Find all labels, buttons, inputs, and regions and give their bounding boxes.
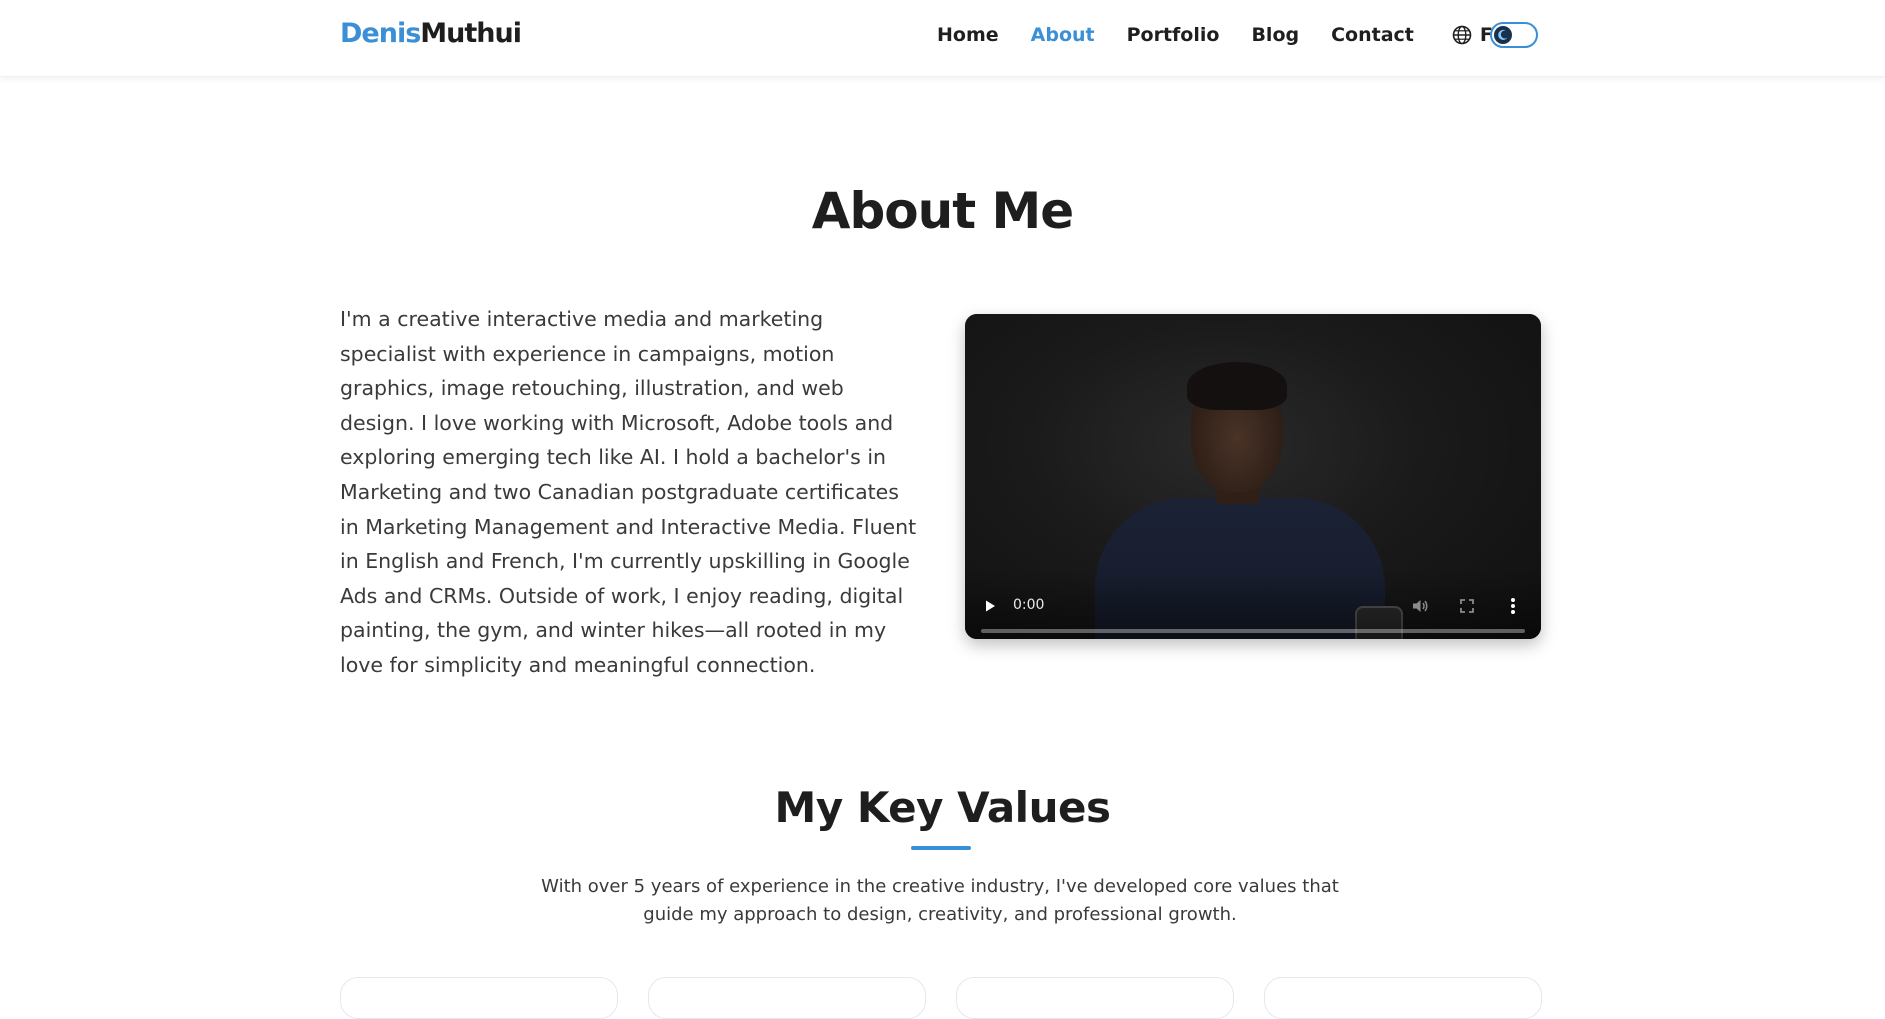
- site-header: DenisMuthui Home About Portfolio Blog Co…: [0, 0, 1885, 77]
- play-icon[interactable]: [983, 599, 997, 613]
- toggle-knob: [1494, 26, 1512, 44]
- about-paragraph: I'm a creative interactive media and mar…: [340, 307, 917, 677]
- value-card: [648, 977, 926, 1019]
- theme-toggle[interactable]: [1490, 22, 1538, 48]
- video-controls: 0:00: [965, 569, 1541, 639]
- intro-video[interactable]: 0:00: [965, 314, 1541, 639]
- value-card: [956, 977, 1234, 1019]
- globe-icon: [1452, 25, 1472, 45]
- nav-blog[interactable]: Blog: [1251, 24, 1299, 46]
- logo-first-name: Denis: [340, 18, 421, 49]
- value-card: [340, 977, 618, 1019]
- video-person-hair: [1187, 362, 1287, 410]
- video-time: 0:00: [1013, 597, 1045, 613]
- site-logo[interactable]: DenisMuthui: [340, 18, 522, 49]
- about-title: About Me: [811, 182, 1074, 240]
- nav-home[interactable]: Home: [937, 24, 999, 46]
- fullscreen-icon[interactable]: [1459, 598, 1475, 614]
- nav-portfolio[interactable]: Portfolio: [1127, 24, 1220, 46]
- logo-last-name: Muthui: [420, 18, 522, 49]
- values-intro: With over 5 years of experience in the c…: [541, 876, 1339, 925]
- more-options-icon[interactable]: [1510, 597, 1516, 615]
- main-nav: Home About Portfolio Blog Contact FR: [937, 24, 1508, 46]
- values-title: My Key Values: [774, 783, 1111, 832]
- video-progress-bar[interactable]: [981, 629, 1525, 633]
- volume-icon[interactable]: [1411, 598, 1429, 614]
- moon-icon: [1498, 29, 1508, 40]
- nav-about[interactable]: About: [1031, 24, 1095, 46]
- values-title-underline: [911, 846, 971, 850]
- nav-contact[interactable]: Contact: [1331, 24, 1414, 46]
- value-card: [1264, 977, 1542, 1019]
